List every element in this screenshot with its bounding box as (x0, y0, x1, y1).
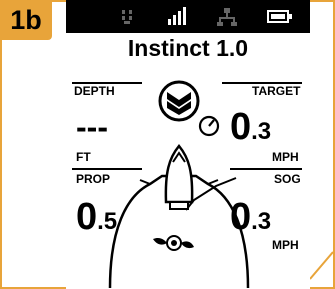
figure-frame: 1b Instinct 1.0 DEPTH --- FT TARGET 0.3 … (0, 0, 335, 289)
boat-gauge (108, 144, 250, 289)
step-badge: 1b (0, 0, 52, 40)
brand-logo-icon (158, 80, 200, 122)
speedometer-icon (198, 115, 220, 137)
device-screen: Instinct 1.0 DEPTH --- FT TARGET 0.3 MPH… (66, 0, 310, 289)
gauge-graphics (108, 80, 250, 289)
propeller-icon (153, 235, 194, 251)
